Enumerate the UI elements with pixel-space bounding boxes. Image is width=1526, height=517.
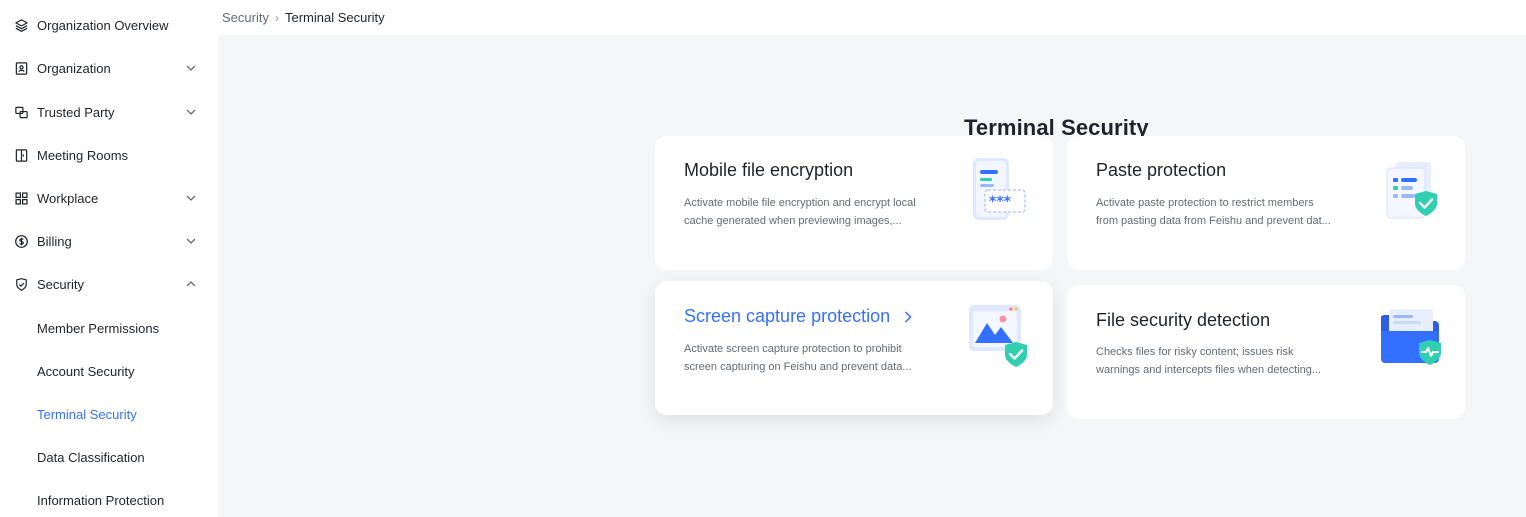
card-description-line: from pasting data from Feishu and preven… [1096, 215, 1331, 227]
card-description-line: warnings and intercepts files when detec… [1096, 364, 1322, 376]
sidebar-item-organization-overview[interactable]: Organization Overview [0, 5, 218, 45]
sidebar-item-organization[interactable]: Organization [0, 48, 218, 88]
card-title: Mobile file encryption [684, 160, 854, 180]
linked-squares-icon [13, 104, 29, 120]
sidebar: Organization Overview Organization Trust… [0, 0, 218, 517]
grid-icon [13, 190, 29, 206]
card-screen-capture-protection[interactable]: Screen capture protection Activate scree… [655, 281, 1053, 415]
sidebar-item-label: Meeting Rooms [37, 147, 129, 163]
card-description-line: cache generated when previewing images,.… [684, 215, 902, 227]
door-icon [13, 147, 29, 163]
card-description: Activate mobile file encryption and encr… [684, 194, 924, 230]
chevron-down-icon[interactable] [184, 61, 198, 75]
folder-health-icon [1381, 309, 1441, 365]
sidebar-item-label: Billing [37, 233, 72, 249]
dollar-circle-icon [13, 233, 29, 249]
card-description-line: Activate paste protection to restrict me… [1096, 197, 1314, 209]
sidebar-item-terminal-security[interactable]: Terminal Security [0, 394, 218, 434]
sidebar-item-account-security[interactable]: Account Security [0, 351, 218, 391]
sidebar-item-member-permissions[interactable]: Member Permissions [0, 308, 218, 348]
sidebar-item-label: Organization Overview [37, 17, 169, 33]
breadcrumb: Security › Terminal Security [218, 0, 1526, 35]
sidebar-item-security[interactable]: Security [0, 264, 218, 304]
card-description: Activate paste protection to restrict me… [1096, 194, 1336, 230]
card-description-line: screen capturing on Feishu and prevent d… [684, 361, 912, 373]
protected-document-icon [1386, 162, 1437, 219]
chevron-down-icon[interactable] [184, 105, 198, 119]
card-mobile-file-encryption[interactable]: Mobile file encryption Activate mobile f… [655, 136, 1053, 270]
sidebar-item-label: Security [37, 276, 84, 292]
breadcrumb-link-security[interactable]: Security [222, 10, 269, 25]
card-description: Checks files for risky content; issues r… [1096, 343, 1336, 379]
sidebar-item-information-protection[interactable]: Information Protection [0, 480, 218, 517]
sidebar-item-meeting-rooms[interactable]: Meeting Rooms [0, 135, 218, 175]
chevron-down-icon[interactable] [184, 234, 198, 248]
layers-icon [13, 17, 29, 33]
card-title: Screen capture protection [684, 306, 914, 327]
contact-card-icon [13, 60, 29, 76]
card-description: Activate screen capture protection to pr… [684, 340, 924, 376]
card-description-line: Activate screen capture protection to pr… [684, 343, 902, 355]
sidebar-item-workplace[interactable]: Workplace [0, 178, 218, 218]
shield-icon [13, 276, 29, 292]
card-paste-protection[interactable]: Paste protection Activate paste protecti… [1067, 136, 1465, 270]
breadcrumb-current: Terminal Security [284, 10, 385, 25]
card-title-text: Screen capture protection [684, 306, 891, 326]
card-title: File security detection [1096, 310, 1271, 330]
chevron-right-icon [905, 310, 912, 323]
chevron-right-icon: › [274, 10, 279, 25]
chevron-up-icon[interactable] [184, 277, 198, 291]
card-file-security-detection[interactable]: File security detection Checks files for… [1067, 285, 1465, 419]
main-content: Terminal Security Mobile file encryption… [218, 35, 1526, 517]
sidebar-item-billing[interactable]: Billing [0, 221, 218, 261]
card-description-line: Activate mobile file encryption and encr… [684, 197, 916, 209]
sidebar-item-data-classification[interactable]: Data Classification [0, 437, 218, 477]
protected-image-icon [969, 305, 1027, 367]
sidebar-item-label: Organization [37, 60, 111, 76]
card-description-line: Checks files for risky content; issues r… [1096, 346, 1294, 358]
sidebar-item-label: Workplace [37, 190, 99, 206]
sidebar-item-label: Trusted Party [37, 104, 115, 120]
chevron-down-icon[interactable] [184, 191, 198, 205]
svg-text:***: *** [989, 194, 1012, 210]
encrypted-phone-icon: *** [973, 158, 1026, 220]
card-title: Paste protection [1096, 160, 1227, 180]
sidebar-item-trusted-party[interactable]: Trusted Party [0, 92, 218, 132]
